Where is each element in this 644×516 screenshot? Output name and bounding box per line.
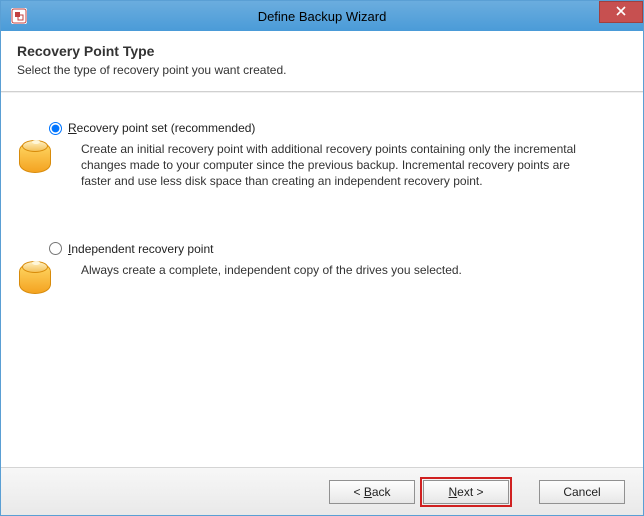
close-button[interactable] bbox=[599, 1, 643, 23]
independent-description: Always create a complete, independent co… bbox=[81, 262, 462, 278]
radio-recovery-set[interactable]: Recovery point set (recommended) bbox=[49, 121, 603, 135]
radio-recovery-set-label: Recovery point set (recommended) bbox=[68, 121, 255, 135]
option-recovery-set: Recovery point set (recommended) Create … bbox=[49, 121, 603, 190]
cancel-button[interactable]: Cancel bbox=[539, 480, 625, 504]
radio-recovery-set-input[interactable] bbox=[49, 122, 62, 135]
radio-independent-input[interactable] bbox=[49, 242, 62, 255]
app-icon bbox=[11, 8, 27, 24]
close-icon bbox=[616, 6, 626, 19]
wizard-footer: < Back Next > Cancel bbox=[1, 467, 643, 515]
page-title: Recovery Point Type bbox=[17, 43, 627, 59]
wizard-content: Recovery point set (recommended) Create … bbox=[1, 92, 643, 467]
next-button[interactable]: Next > bbox=[423, 480, 509, 504]
option-independent: Independent recovery point Always create… bbox=[49, 242, 603, 294]
page-subtitle: Select the type of recovery point you wa… bbox=[17, 63, 627, 77]
disk-stack-icon bbox=[19, 141, 51, 173]
radio-independent[interactable]: Independent recovery point bbox=[49, 242, 603, 256]
radio-independent-label: Independent recovery point bbox=[68, 242, 213, 256]
recovery-set-description: Create an initial recovery point with ad… bbox=[81, 141, 591, 190]
window-title: Define Backup Wizard bbox=[258, 9, 387, 24]
wizard-window: Define Backup Wizard Recovery Point Type… bbox=[0, 0, 644, 516]
titlebar: Define Backup Wizard bbox=[1, 1, 643, 31]
wizard-header: Recovery Point Type Select the type of r… bbox=[1, 31, 643, 92]
back-button[interactable]: < Back bbox=[329, 480, 415, 504]
disk-icon bbox=[19, 262, 51, 294]
